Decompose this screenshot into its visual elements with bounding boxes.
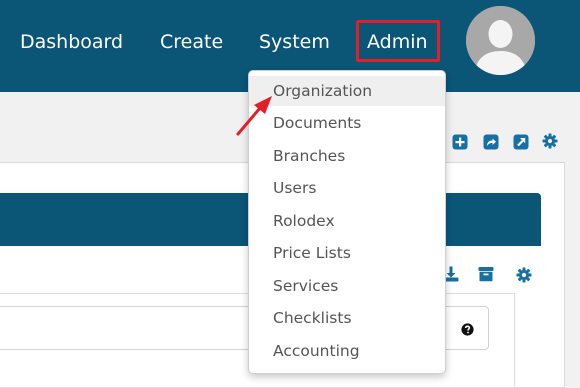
- menu-item-organization[interactable]: Organization: [249, 76, 445, 106]
- user-avatar[interactable]: [466, 6, 535, 75]
- menu-item-checklists[interactable]: Checklists: [249, 303, 445, 333]
- archive-icon[interactable]: [478, 266, 494, 282]
- menu-item-branches[interactable]: Branches: [249, 141, 445, 171]
- user-silhouette-icon: [466, 6, 535, 75]
- gear-icon[interactable]: [542, 133, 558, 149]
- question-circle-icon[interactable]: [461, 321, 474, 336]
- gear-icon[interactable]: [516, 267, 532, 283]
- menu-item-rolodex[interactable]: Rolodex: [249, 206, 445, 236]
- menu-item-services[interactable]: Services: [249, 271, 445, 301]
- share-square-icon[interactable]: [483, 134, 499, 150]
- plus-square-icon[interactable]: [452, 134, 468, 150]
- menu-item-accounting[interactable]: Accounting: [249, 336, 445, 366]
- nav-create[interactable]: Create: [160, 30, 223, 54]
- menu-item-price-lists[interactable]: Price Lists: [249, 238, 445, 268]
- external-link-square-icon[interactable]: [513, 134, 529, 150]
- nav-system[interactable]: System: [259, 30, 330, 54]
- menu-item-users[interactable]: Users: [249, 173, 445, 203]
- nav-dashboard[interactable]: Dashboard: [20, 30, 123, 54]
- admin-dropdown-menu: Organization Documents Branches Users Ro…: [248, 70, 446, 374]
- red-arrow-icon: [236, 96, 272, 136]
- menu-item-documents[interactable]: Documents: [249, 108, 445, 138]
- admin-highlight-box: [356, 20, 440, 62]
